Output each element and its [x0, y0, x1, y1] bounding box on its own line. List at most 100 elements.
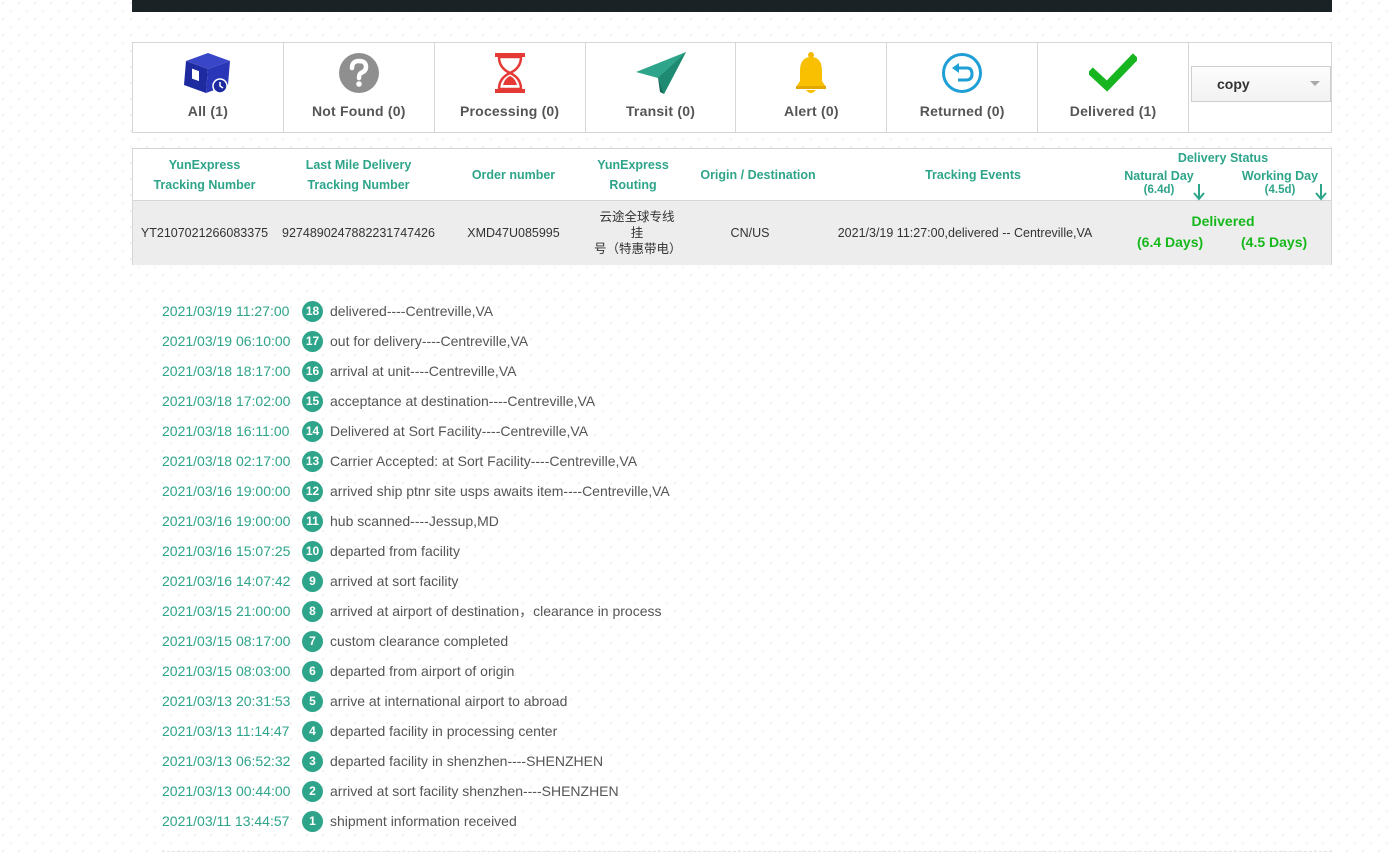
event-time: 2021/03/13 11:14:47 [162, 723, 290, 739]
list-item: 2021/03/16 14:07:42 9 arrived at sort faci… [162, 566, 670, 596]
list-item: 2021/03/13 20:31:53 5 arrive at internatio… [162, 686, 670, 716]
divider [162, 851, 1332, 852]
filter-not-found[interactable]: Not Found (0) [284, 43, 435, 132]
filter-processing[interactable]: Processing (0) [435, 43, 586, 132]
list-item: 2021/03/15 08:17:00 7 custom clearance com… [162, 626, 670, 656]
header-last-mile: Last Mile Delivery Tracking Number [276, 149, 441, 201]
arrow-down-icon [1193, 184, 1205, 201]
status-badge: Delivered [1191, 213, 1255, 229]
event-time: 2021/03/19 11:27:00 [162, 303, 290, 319]
header-tracking-events: Tracking Events [836, 149, 1110, 201]
event-time: 2021/03/16 19:00:00 [162, 483, 291, 499]
cell-latest-event: 2021/3/19 11:27:00,delivered -- Centrevi… [837, 226, 1093, 240]
event-description: arrived at airport of destination，cleara… [330, 603, 662, 619]
event-number-badge: 16 [302, 360, 323, 382]
filter-returned[interactable]: Returned (0) [887, 43, 1039, 132]
header-delivery-status: Delivery Status [1177, 151, 1269, 165]
header-text: Working Day [1241, 169, 1319, 183]
event-number-badge: 18 [302, 300, 323, 322]
natural-days-count: (6.4 Days) [1137, 234, 1204, 250]
event-description: arrive at international airport to abroa… [330, 693, 568, 709]
event-time: 2021/03/18 18:17:00 [162, 363, 291, 379]
event-number-badge: 15 [302, 390, 323, 412]
event-number-badge: 9 [302, 570, 323, 592]
filter-label: Processing (0) [460, 103, 560, 119]
list-item: 2021/03/13 11:14:47 4 departed facility in… [162, 716, 670, 746]
event-number-badge: 13 [302, 450, 323, 472]
event-number-badge: 4 [302, 720, 323, 742]
filter-delivered[interactable]: Delivered (1) [1038, 43, 1190, 132]
event-description: departed from airport of origin [330, 663, 515, 679]
package-icon [178, 49, 238, 97]
hourglass-icon [480, 49, 540, 97]
cell-order-number: XMD47U085995 [467, 226, 560, 240]
event-description: Delivered at Sort Facility----Centrevill… [330, 423, 589, 439]
filter-label: Alert (0) [784, 103, 839, 119]
event-number-badge: 8 [302, 600, 323, 622]
checkmark-icon [1083, 49, 1143, 97]
list-item: 2021/03/15 21:00:00 8 arrived at airport o… [162, 596, 670, 626]
top-navigation-bar [132, 0, 1332, 12]
header-text: YunExpress [168, 158, 241, 172]
event-description: shipment information received [330, 813, 517, 829]
event-number-badge: 14 [302, 420, 323, 442]
working-day-value: (4.5d) [1264, 184, 1296, 196]
event-description: out for delivery----Centreville,VA [330, 333, 529, 349]
cell-routing: 云途全球专线挂 号（特惠带电） [586, 201, 682, 265]
header-text: Order number [471, 168, 556, 182]
list-item: 2021/03/16 19:00:00 12 arrived ship ptnr s… [162, 476, 670, 506]
list-item: 2021/03/16 15:07:25 10 departed from facil… [162, 536, 670, 566]
cell-last-mile[interactable]: 9274890247882231747426 [276, 201, 441, 265]
event-description: hub scanned----Jessup,MD [330, 513, 499, 529]
header-text: Routing [609, 178, 657, 192]
status-filter-bar: All (1) Not Found (0) Processing (0) Tra… [132, 42, 1332, 133]
tracking-summary-table: YunExpress Tracking Number Last Mile Del… [132, 148, 1332, 265]
copy-select-wrap: copy [1189, 43, 1332, 132]
event-time: 2021/03/13 06:52:32 [162, 753, 291, 769]
filter-all[interactable]: All (1) [133, 43, 284, 132]
paper-plane-icon [631, 49, 691, 97]
header-origin-destination: Origin / Destination [680, 149, 836, 201]
cell-tracking-number[interactable]: YT2107021266083375 [133, 201, 276, 265]
bell-icon [781, 49, 841, 97]
event-description: Carrier Accepted: at Sort Facility----Ce… [330, 453, 638, 469]
event-description: arrived ship ptnr site usps awaits item-… [330, 483, 670, 499]
filter-label: Not Found (0) [312, 103, 406, 119]
event-number-badge: 17 [302, 330, 323, 352]
tracking-events-list: 2021/03/19 11:27:00 18 delivered----Centre… [162, 296, 670, 836]
event-description: arrived at sort facility [330, 573, 459, 589]
header-text: Origin / Destination [700, 168, 816, 182]
summary-header-row: YunExpress Tracking Number Last Mile Del… [133, 149, 1331, 201]
natural-day-value: (6.4d) [1143, 184, 1175, 196]
copy-select[interactable]: copy [1191, 65, 1332, 102]
working-days-count: (4.5 Days) [1241, 234, 1308, 250]
event-description: departed facility in processing center [330, 723, 558, 739]
event-time: 2021/03/19 06:10:00 [162, 333, 291, 349]
header-text: YunExpress [597, 158, 669, 172]
routing-text: 云途全球专线挂 [599, 210, 675, 240]
list-item: 2021/03/18 02:17:00 13 Carrier Accepted: a… [162, 446, 670, 476]
header-text: Natural Day [1124, 169, 1194, 183]
filter-label: Transit (0) [625, 103, 696, 119]
event-number-badge: 11 [302, 510, 323, 532]
chevron-down-icon [1310, 81, 1321, 86]
event-number-badge: 2 [302, 780, 323, 802]
list-item: 2021/03/18 17:02:00 15 acceptance at desti… [162, 386, 670, 416]
list-item: 2021/03/13 06:52:32 3 departed facility in… [162, 746, 670, 776]
event-time: 2021/03/18 16:11:00 [162, 423, 290, 439]
list-item: 2021/03/13 00:44:00 2 arrived at sort faci… [162, 776, 670, 806]
list-item: 2021/03/11 13:44:57 1 shipment information… [162, 806, 670, 836]
event-time: 2021/03/15 08:03:00 [162, 663, 291, 679]
event-description: arrival at unit----Centreville,VA [330, 363, 517, 379]
event-number-badge: 6 [302, 660, 323, 682]
event-time: 2021/03/13 20:31:53 [162, 693, 291, 709]
filter-alert[interactable]: Alert (0) [736, 43, 888, 132]
event-time: 2021/03/18 02:17:00 [162, 453, 291, 469]
routing-text: 号（特惠带电） [594, 242, 682, 256]
question-icon [329, 49, 389, 97]
event-number-badge: 3 [302, 750, 323, 772]
filter-transit[interactable]: Transit (0) [586, 43, 737, 132]
filter-label: Returned (0) [919, 103, 1005, 119]
event-description: departed facility in shenzhen----SHENZHE… [330, 753, 604, 769]
event-time: 2021/03/15 21:00:00 [162, 603, 291, 619]
